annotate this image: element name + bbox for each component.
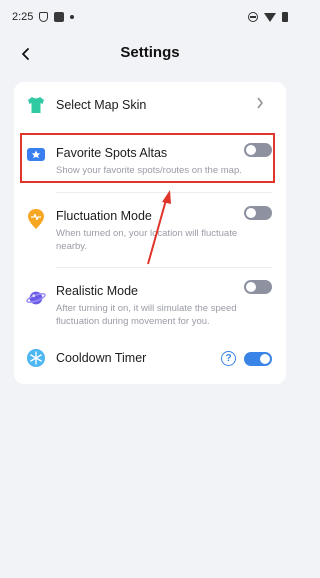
status-left: 2:25 [12,11,75,23]
page-title: Settings [120,44,180,61]
highlight-box [20,133,275,183]
shield-icon [39,12,49,22]
realistic-mode-title: Realistic Mode [56,284,138,298]
fluctuation-mode-row: Fluctuation Mode When turned on, your lo… [14,200,286,256]
location-pulse-icon [26,209,46,229]
chevron-right-icon [256,96,264,112]
status-time: 2:25 [12,11,34,23]
status-bar: 2:25 [0,0,300,34]
app-notification-icon [54,12,65,22]
map-skin-row[interactable]: Select Map Skin [14,82,286,128]
help-button[interactable]: ? [221,351,236,366]
fluctuation-mode-title: Fluctuation Mode [56,209,152,223]
header: Settings [0,36,300,72]
snowflake-icon [26,348,46,368]
divider [56,267,272,268]
realistic-mode-row: Realistic Mode After turning it on, it w… [14,275,286,331]
status-right [248,12,288,22]
realistic-mode-toggle[interactable] [244,280,272,294]
map-skin-title: Select Map Skin [56,98,147,112]
divider [56,192,272,193]
settings-card: Select Map Skin Favorite Spots Altas Sho… [14,82,286,384]
cooldown-timer-title: Cooldown Timer [56,351,147,365]
fluctuation-mode-toggle[interactable] [244,206,272,220]
cooldown-timer-row: Cooldown Timer ? [14,344,286,374]
more-notifications-icon [70,15,75,19]
battery-icon [282,12,288,22]
planet-icon [26,288,46,308]
cooldown-timer-toggle[interactable] [244,352,272,366]
do-not-disturb-icon [248,12,258,22]
fluctuation-mode-description: When turned on, your location will fluct… [56,228,238,252]
shirt-icon [26,95,46,115]
wifi-icon [264,12,276,22]
realistic-mode-description: After turning it on, it will simulate th… [56,303,237,327]
